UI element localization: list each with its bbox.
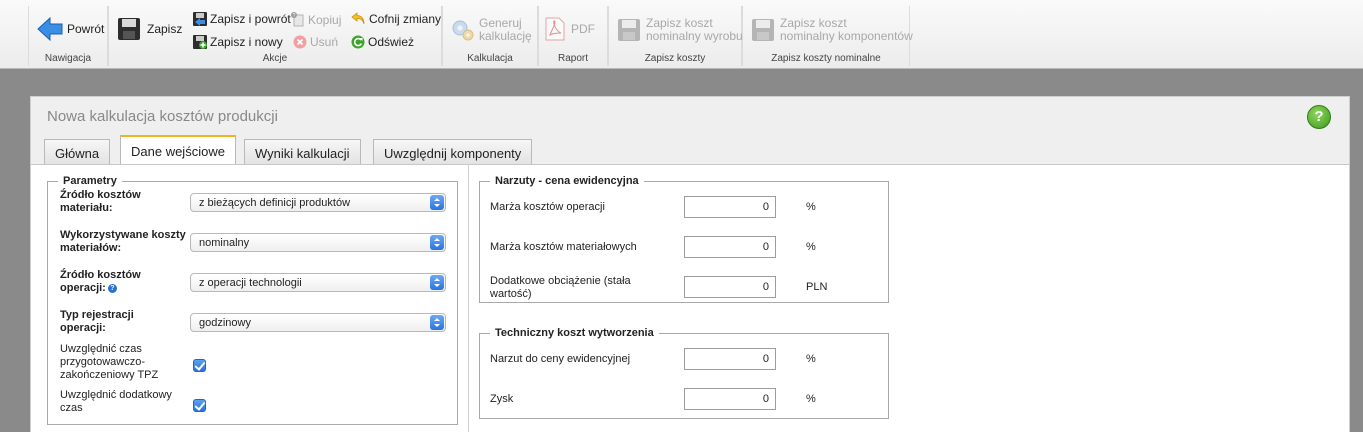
operation-source-label-text: Źródło kosztów operacji: — [60, 269, 141, 294]
group-title-navigation: Nawigacja — [44, 53, 92, 64]
select-arrows-icon — [430, 195, 444, 210]
info-icon[interactable]: ? — [107, 284, 117, 293]
page-title: Nowa kalkulacja kosztów produkcji — [47, 108, 278, 125]
group-title-actions: Akcje — [262, 53, 288, 64]
tpz-checkbox[interactable] — [193, 359, 206, 372]
save-button[interactable]: Zapisz — [117, 17, 182, 41]
help-icon[interactable]: ? — [1307, 105, 1331, 129]
operation-margin-unit: % — [806, 201, 816, 213]
group-actions: Zapisz Zapisz i powrót Zapisz i nowy ? K… — [108, 6, 442, 66]
tab-main[interactable]: Główna — [44, 139, 111, 164]
material-source-value: z bieżących definicji produktów — [199, 197, 351, 209]
ribbon-toolbar: Powrót Nawigacja Zapisz Zapisz i powrót — [0, 0, 1363, 69]
group-title-calculation: Kalkulacja — [467, 53, 513, 64]
column-divider — [468, 165, 469, 432]
floppy-disk-icon — [752, 19, 774, 41]
select-arrows-icon — [430, 235, 444, 250]
save-nominal-components-cost-button[interactable]: Zapisz koszt nominalny komponentów — [751, 17, 913, 43]
save-and-new-label: Zapisz i nowy — [210, 34, 283, 49]
select-arrows-icon — [430, 275, 444, 290]
generate-label-line2: kalkulację — [479, 29, 532, 43]
technical-cost-legend: Techniczny koszt wytworzenia — [495, 327, 654, 339]
gears-icon — [452, 20, 474, 41]
additional-charge-label: Dodatkowe obciążenie (stała wartość) — [490, 275, 631, 300]
save-label: Zapisz — [147, 21, 183, 36]
group-save-nominal-costs: Zapisz koszt nominalny komponentów Zapis… — [742, 6, 913, 66]
profit-label: Zysk — [490, 393, 514, 405]
save-and-return-button[interactable]: Zapisz i powrót — [193, 12, 291, 26]
material-margin-input[interactable]: 0 — [684, 236, 776, 258]
floppy-disk-icon — [118, 18, 140, 40]
tab-content: Parametry Źródło kosztów materiału: z bi… — [31, 164, 1349, 432]
save-nominal-product-cost-button[interactable]: Zapisz koszt nominalny wyrobu — [617, 17, 743, 43]
save-and-return-label: Zapisz i powrót — [210, 11, 291, 26]
save-return-icon — [193, 12, 207, 26]
copy-button[interactable]: ? Kopiuj — [290, 12, 341, 28]
select-arrows-icon — [430, 315, 444, 330]
delete-icon — [293, 35, 307, 49]
extra-time-checkbox[interactable] — [193, 399, 206, 412]
save-nominal-product-line2: nominalny wyrobu — [646, 29, 743, 43]
surcharge-to-price-unit: % — [806, 353, 816, 365]
pdf-label: PDF — [571, 21, 595, 36]
back-button[interactable]: Powrót — [37, 17, 104, 41]
surcharge-to-price-label: Narzut do ceny ewidencyjnej — [490, 353, 631, 365]
material-costs-value: nominalny — [199, 237, 250, 249]
delete-label: Usuń — [310, 34, 339, 49]
profit-unit: % — [806, 393, 816, 405]
svg-text:?: ? — [293, 13, 296, 19]
save-and-new-button[interactable]: Zapisz i nowy — [193, 35, 283, 49]
refresh-icon — [351, 35, 365, 49]
tab-calculation-results[interactable]: Wyniki kalkulacji — [244, 139, 361, 164]
undo-changes-label: Cofnij zmiany — [369, 11, 442, 26]
tab-include-components[interactable]: Uwzględnij komponenty — [373, 139, 533, 164]
tpz-label: Uwzględnić czas przygotowawczo-zakończen… — [60, 343, 159, 381]
group-save-costs: Zapisz koszt nominalny wyrobu Zapisz kos… — [608, 6, 743, 66]
delete-button[interactable]: Usuń — [293, 35, 338, 49]
refresh-label: Odśwież — [368, 34, 415, 49]
pdf-button[interactable]: PDF — [545, 17, 595, 41]
group-title-save-nominal-costs: Zapisz koszty nominalne — [771, 53, 881, 64]
group-calculation: Generuj kalkulację Kalkulacja — [442, 6, 538, 66]
copy-icon: ? — [291, 12, 304, 27]
additional-charge-input[interactable]: 0 — [684, 276, 776, 298]
undo-changes-button[interactable]: Cofnij zmiany — [351, 12, 441, 26]
operation-source-value: z operacji technologii — [199, 277, 302, 289]
registration-type-value: godzinowy — [199, 317, 251, 329]
additional-charge-unit: PLN — [806, 281, 828, 293]
group-title-report: Raport — [557, 53, 588, 64]
registration-type-select[interactable]: godzinowy — [190, 313, 446, 332]
material-source-label: Źródło kosztów materiału: — [60, 189, 141, 214]
copy-label: Kopiuj — [308, 12, 342, 27]
group-title-save-costs: Zapisz koszty — [644, 53, 706, 64]
extra-time-label: Uwzględnić dodatkowy czas — [60, 389, 172, 414]
material-margin-unit: % — [806, 241, 816, 253]
arrow-left-icon — [37, 17, 63, 41]
save-new-icon — [193, 35, 207, 49]
material-costs-select[interactable]: nominalny — [190, 233, 446, 252]
floppy-disk-icon — [618, 19, 640, 41]
refresh-button[interactable]: Odśwież — [351, 35, 414, 49]
operation-source-select[interactable]: z operacji technologii — [190, 273, 446, 292]
save-nominal-components-line2: nominalny komponentów — [780, 29, 913, 43]
back-label: Powrót — [67, 21, 105, 36]
operation-margin-label: Marża kosztów operacji — [490, 201, 605, 213]
surcharges-legend: Narzuty - cena ewidencyjna — [495, 175, 639, 187]
generate-calculation-button[interactable]: Generuj kalkulację — [451, 17, 532, 43]
surcharge-to-price-input[interactable]: 0 — [684, 348, 776, 370]
registration-type-label: Typ rejestracji operacji: — [60, 309, 134, 334]
group-navigation: Powrót Nawigacja — [28, 6, 108, 66]
profit-input[interactable]: 0 — [684, 388, 776, 410]
material-source-select[interactable]: z bieżących definicji produktów — [190, 193, 446, 212]
undo-icon — [351, 12, 365, 25]
calculation-panel: Nowa kalkulacja kosztów produkcji ? Głów… — [30, 96, 1350, 432]
material-costs-label: Wykorzystywane koszty materiałów: — [60, 229, 186, 254]
group-report: PDF Raport — [538, 6, 608, 66]
parameters-legend: Parametry — [63, 175, 117, 187]
operation-source-label: Źródło kosztów operacji:? — [60, 269, 180, 295]
operation-margin-input[interactable]: 0 — [684, 196, 776, 218]
material-margin-label: Marża kosztów materiałowych — [490, 241, 637, 253]
pdf-icon — [545, 17, 565, 41]
tab-input-data[interactable]: Dane wejściowe — [120, 135, 236, 165]
